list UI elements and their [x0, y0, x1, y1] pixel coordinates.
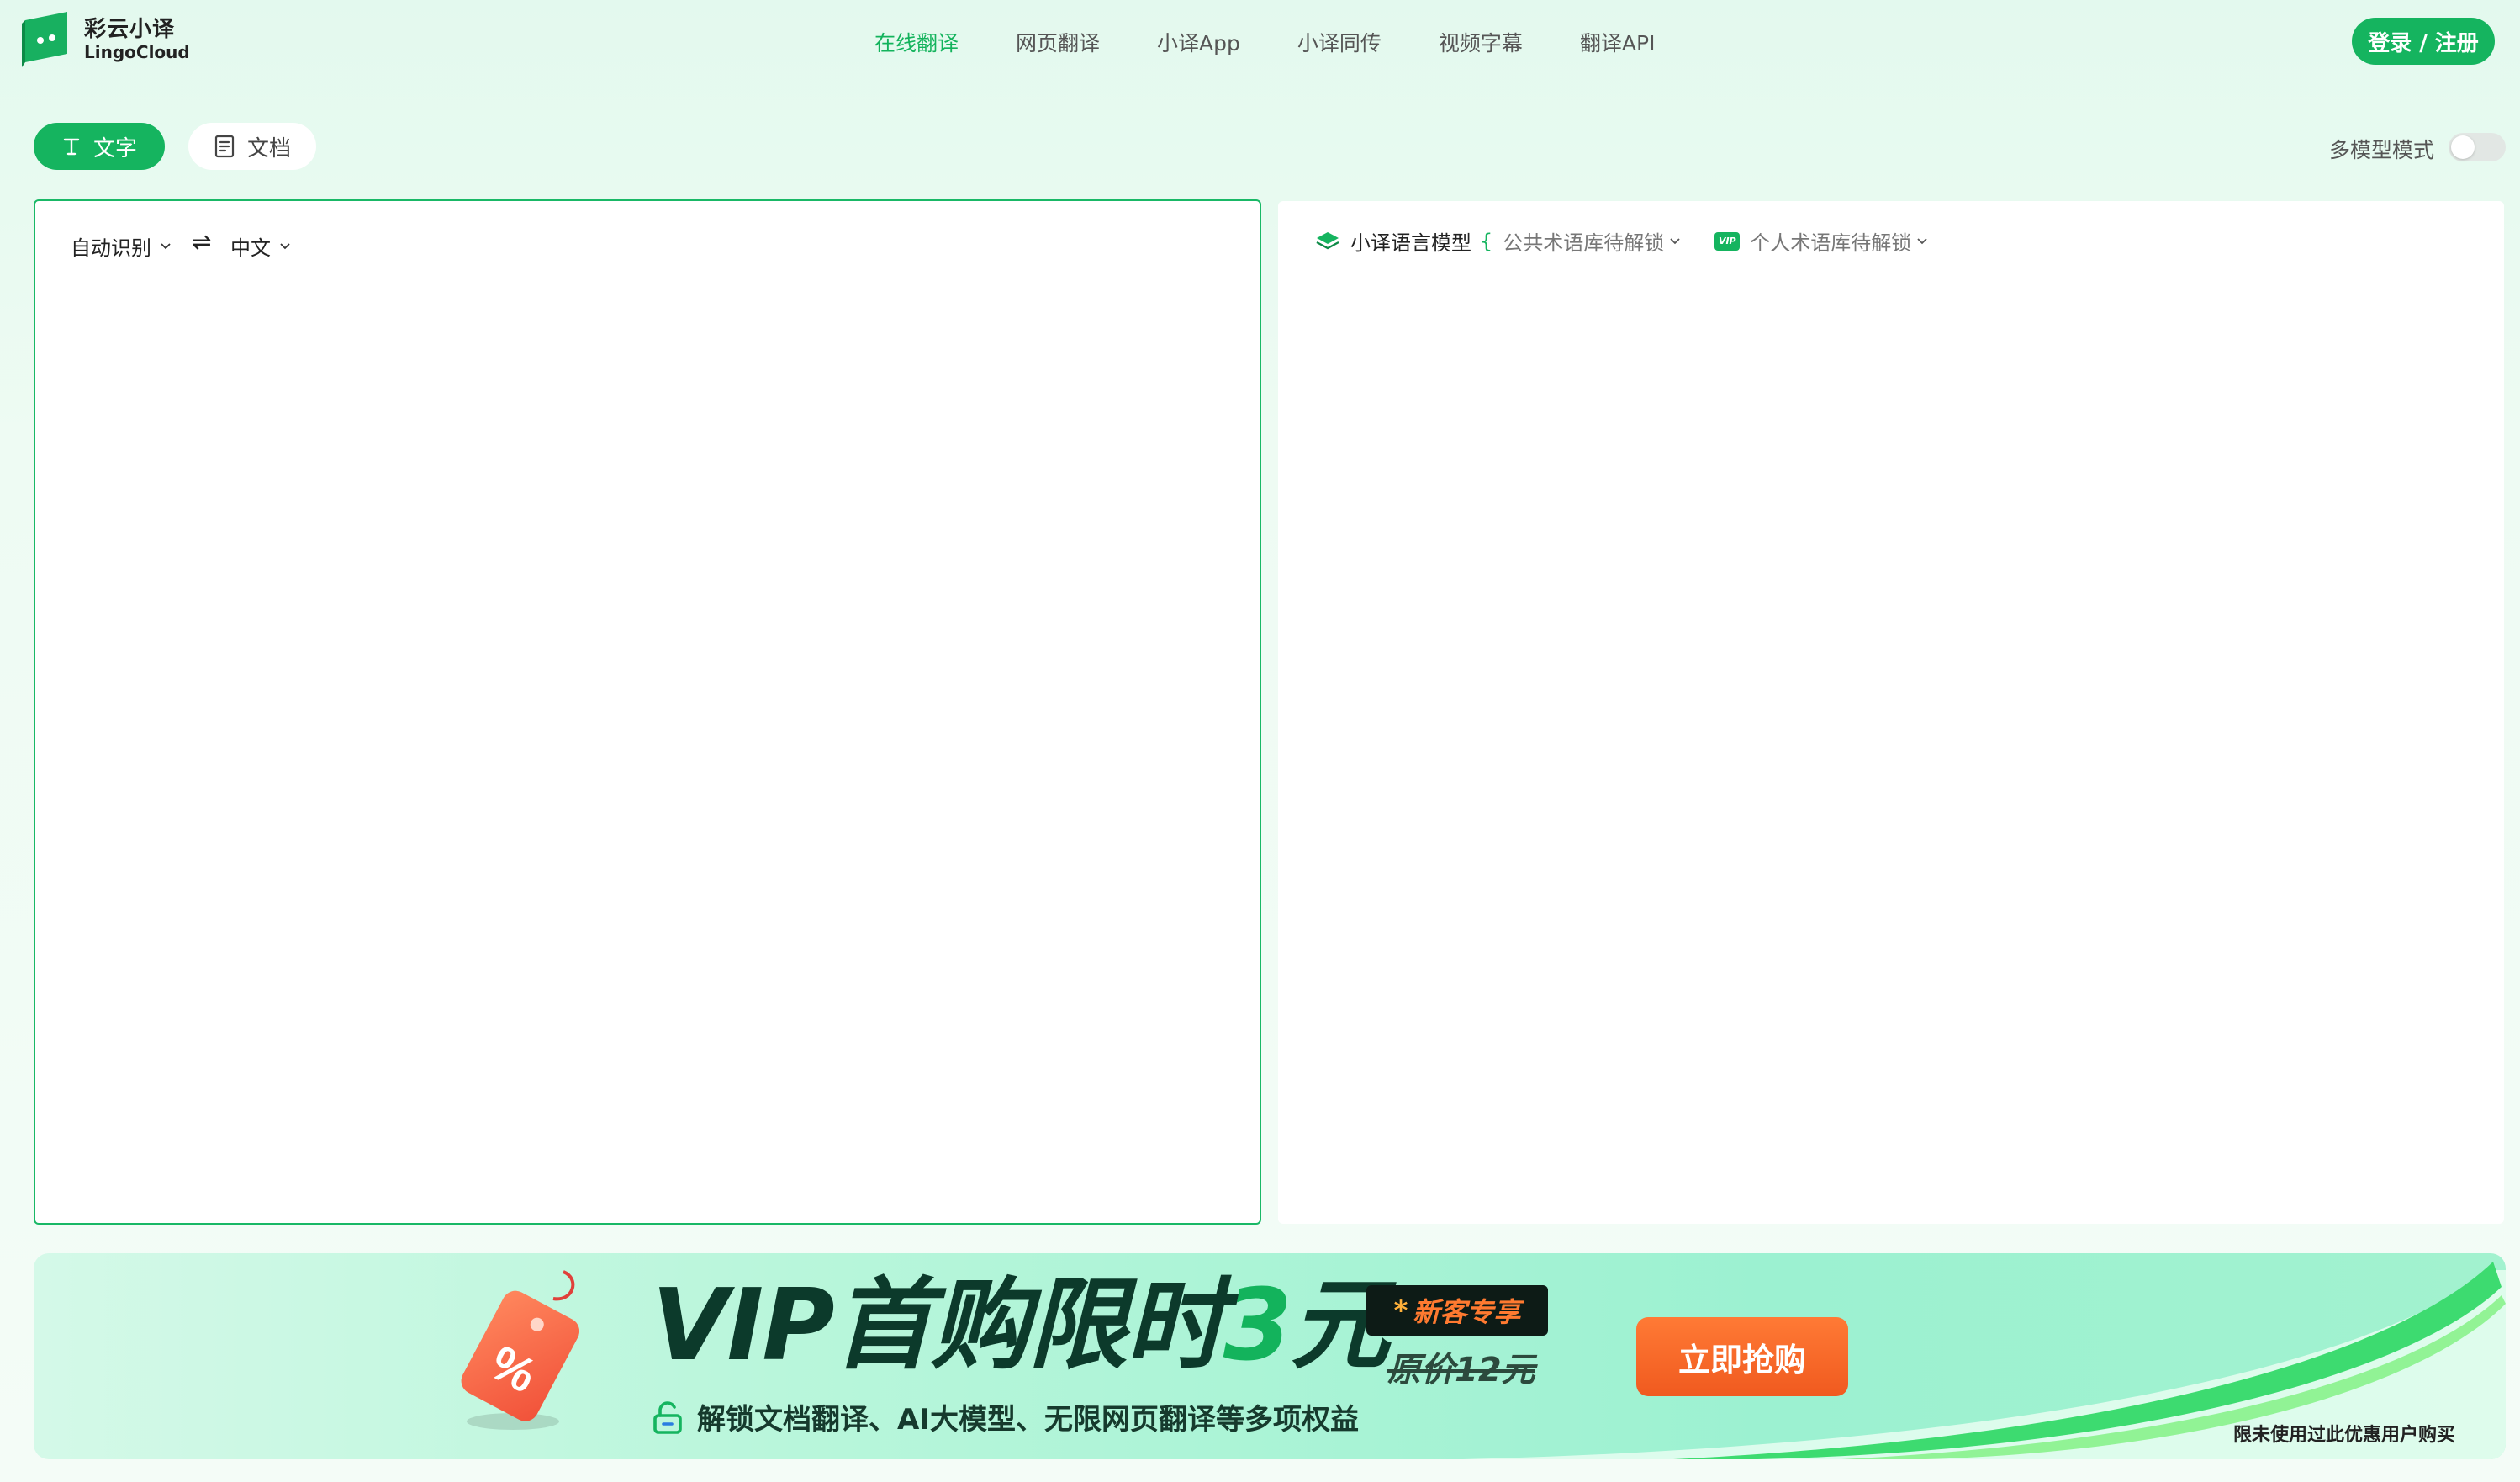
badge-text: 新客专享 — [1413, 1296, 1521, 1328]
target-language-select[interactable]: 中文 — [230, 231, 291, 261]
model-label: 小译语言模型 — [1350, 231, 1471, 255]
vip-badge-icon: VIP — [1714, 231, 1741, 251]
banner-title-prefix: VIP首购限时 — [652, 1267, 1225, 1383]
banner-subtitle: 解锁文档翻译、AI大模型、无限网页翻译等多项权益 — [652, 1396, 1359, 1437]
multi-model-label: 多模型模式 — [2329, 138, 2435, 162]
brand-name-en: LingoCloud — [84, 42, 190, 62]
nav-web-translate[interactable]: 网页翻译 — [1016, 27, 1100, 57]
text-mode-label: 文字 — [92, 135, 137, 161]
separator: { — [1480, 229, 1493, 253]
layers-icon — [1316, 231, 1339, 249]
chevron-down-icon — [280, 242, 290, 249]
target-language-label: 中文 — [230, 236, 271, 260]
discount-tag-icon: % — [461, 1270, 580, 1430]
banner-subtitle-text: 解锁文档翻译、AI大模型、无限网页翻译等多项权益 — [697, 1403, 1359, 1437]
main-nav: 在线翻译 网页翻译 小译App 小译同传 视频字幕 翻译API — [874, 27, 1712, 57]
nav-video-subtitles[interactable]: 视频字幕 — [1439, 27, 1523, 57]
limit-note: 限未使用过此优惠用户购买 — [2233, 1425, 2456, 1446]
text-mode-tab[interactable]: 文字 — [34, 123, 165, 170]
document-icon — [214, 135, 235, 158]
brand-name-cn: 彩云小译 — [84, 17, 176, 42]
source-language-select[interactable]: 自动识别 — [71, 231, 172, 261]
unlock-icon — [653, 1400, 682, 1434]
nav-api[interactable]: 翻译API — [1580, 27, 1656, 57]
vip-promo-banner[interactable]: % VIP首购限时3元 * 新客专享 原价12元 解锁文档翻译、AI大模型、无限… — [34, 1253, 2506, 1459]
translation-result-panel: 小译语言模型 { 公共术语库待解锁 VIP 个人术语库待解锁 — [1278, 201, 2504, 1224]
badge-star: * — [1393, 1294, 1408, 1326]
document-mode-tab[interactable]: 文档 — [188, 123, 316, 170]
source-language-label: 自动识别 — [71, 236, 151, 260]
toggle-knob — [2451, 135, 2475, 159]
public-terms-label: 公共术语库待解锁 — [1503, 231, 1665, 255]
multi-model-toggle[interactable] — [2449, 133, 2506, 161]
nav-simultaneous[interactable]: 小译同传 — [1297, 27, 1382, 57]
new-customer-badge: * 新客专享 — [1366, 1285, 1548, 1336]
swap-languages-icon[interactable]: ⇌ — [192, 228, 211, 256]
chevron-down-icon — [161, 242, 171, 249]
nav-app[interactable]: 小译App — [1157, 27, 1240, 57]
personal-terms-label: 个人术语库待解锁 — [1750, 231, 1912, 255]
logo-icon — [22, 12, 67, 67]
source-text-panel[interactable]: 自动识别 ⇌ 中文 — [34, 199, 1261, 1225]
nav-online-translate[interactable]: 在线翻译 — [874, 27, 959, 57]
model-selector-row: 小译语言模型 { 公共术语库待解锁 VIP 个人术语库待解锁 — [1315, 226, 1928, 256]
chevron-down-icon — [1917, 237, 1927, 244]
document-mode-label: 文档 — [246, 135, 291, 161]
chevron-down-icon — [1670, 237, 1680, 244]
original-price: 原价12元 — [1387, 1351, 1535, 1389]
buy-now-button[interactable]: 立即抢购 — [1636, 1317, 1848, 1396]
personal-terms-dropdown[interactable]: 个人术语库待解锁 — [1750, 226, 1928, 256]
login-register-button[interactable]: 登录 / 注册 — [2352, 18, 2495, 65]
banner-price-number: 3 — [1223, 1267, 1292, 1383]
text-icon — [63, 138, 80, 156]
banner-title: VIP首购限时3元 — [652, 1275, 1390, 1374]
public-terms-dropdown[interactable]: 公共术语库待解锁 — [1503, 226, 1681, 256]
